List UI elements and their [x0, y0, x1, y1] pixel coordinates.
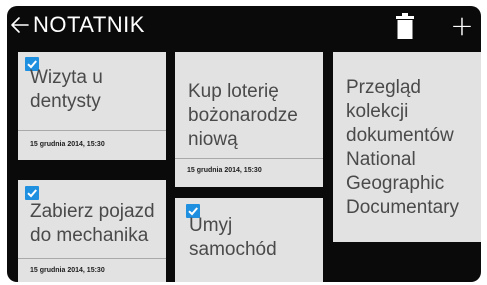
note-date: 15 grudnia 2014, 15:30 [30, 141, 105, 148]
note-card[interactable]: Wizyta u dentysty 15 grudnia 2014, 15:30 [18, 52, 166, 160]
note-card[interactable]: Kup loterię bożonarodze niową 15 grudnia… [175, 52, 323, 187]
plus-icon: + [450, 9, 474, 42]
note-divider [18, 130, 166, 131]
arrow-left-icon [11, 17, 29, 33]
note-title: Wizyta u dentysty [30, 67, 103, 112]
app-title: NOTATNIK [33, 12, 145, 37]
add-note-button[interactable]: + [450, 12, 474, 40]
app-screen: NOTATNIK + Wizyta u dentysty 15 grudnia … [7, 6, 481, 282]
back-button[interactable]: NOTATNIK [7, 10, 145, 40]
note-divider [18, 258, 166, 259]
note-date: 15 grudnia 2014, 15:30 [187, 167, 262, 174]
note-title: Kup loterię bożonarodze niową [188, 81, 298, 150]
note-card[interactable]: Przegląd kolekcji dokumentów National Ge… [333, 52, 481, 242]
delete-button[interactable] [396, 13, 414, 39]
note-title: Zabierz pojazd do mechanika [30, 201, 155, 246]
checkbox-checked-icon[interactable] [25, 186, 39, 200]
note-title: Przegląd kolekcji dokumentów National Ge… [346, 77, 459, 218]
app-bar: NOTATNIK + [7, 6, 481, 46]
note-card[interactable]: Umyj samochód [175, 198, 323, 282]
note-divider [175, 158, 323, 159]
trash-icon [396, 13, 414, 39]
note-card[interactable]: Zabierz pojazd do mechanika 15 grudnia 2… [18, 180, 166, 282]
note-date: 15 grudnia 2014, 15:30 [30, 267, 105, 274]
note-title: Umyj samochód [189, 215, 277, 260]
